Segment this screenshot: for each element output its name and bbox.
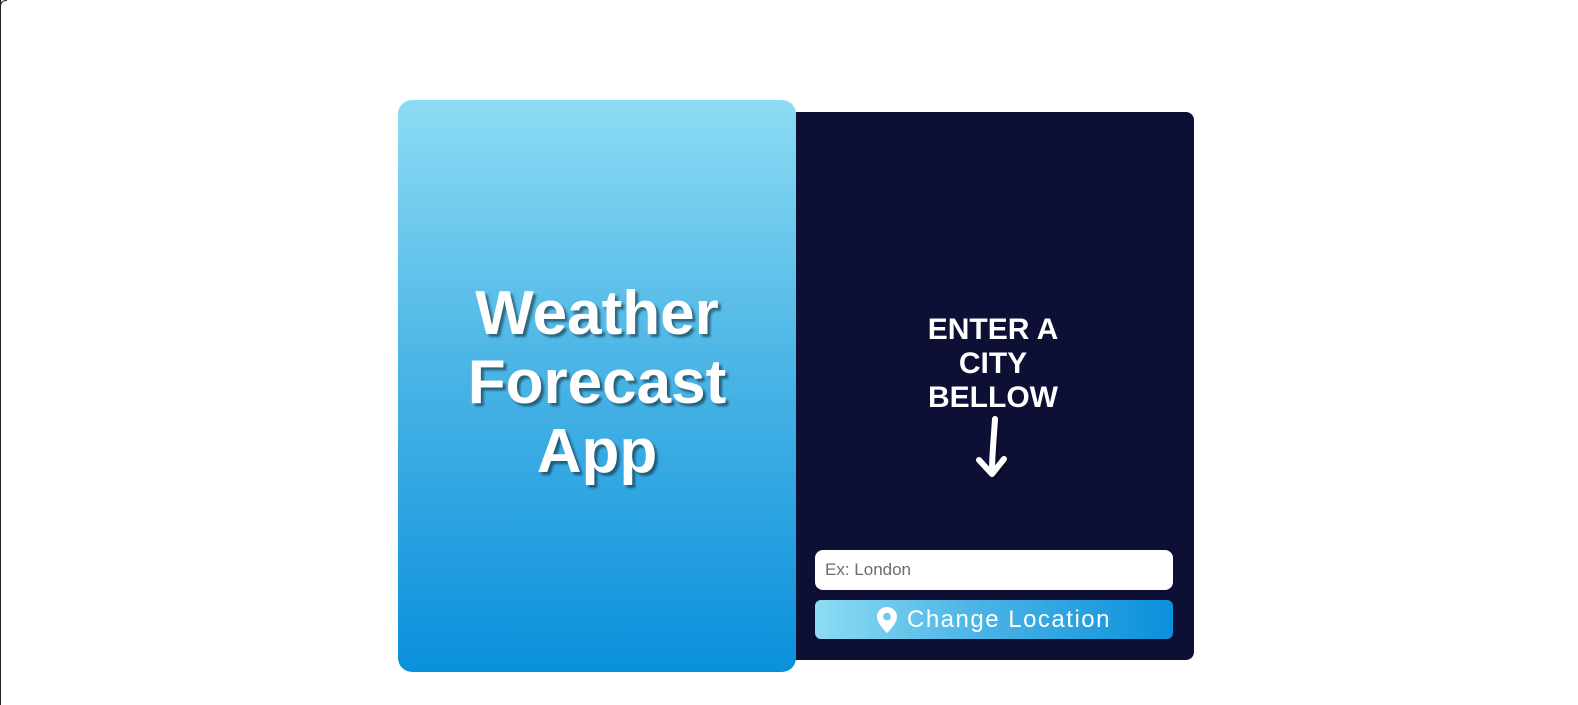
app-title: Weather Forecast App <box>467 278 727 486</box>
window-corner <box>0 0 7 7</box>
window-left-border <box>0 0 1 705</box>
arrow-down-icon <box>976 416 1009 479</box>
location-pin-icon <box>877 606 897 633</box>
city-search-input[interactable] <box>815 550 1173 590</box>
location-panel: ENTER A CITY BELLOW Change Location <box>780 112 1194 660</box>
hero-card: Weather Forecast App <box>398 100 796 672</box>
change-location-label: Change Location <box>907 605 1111 633</box>
change-location-button[interactable]: Change Location <box>815 600 1173 639</box>
enter-city-prompt: ENTER A CITY BELLOW <box>927 313 1059 414</box>
